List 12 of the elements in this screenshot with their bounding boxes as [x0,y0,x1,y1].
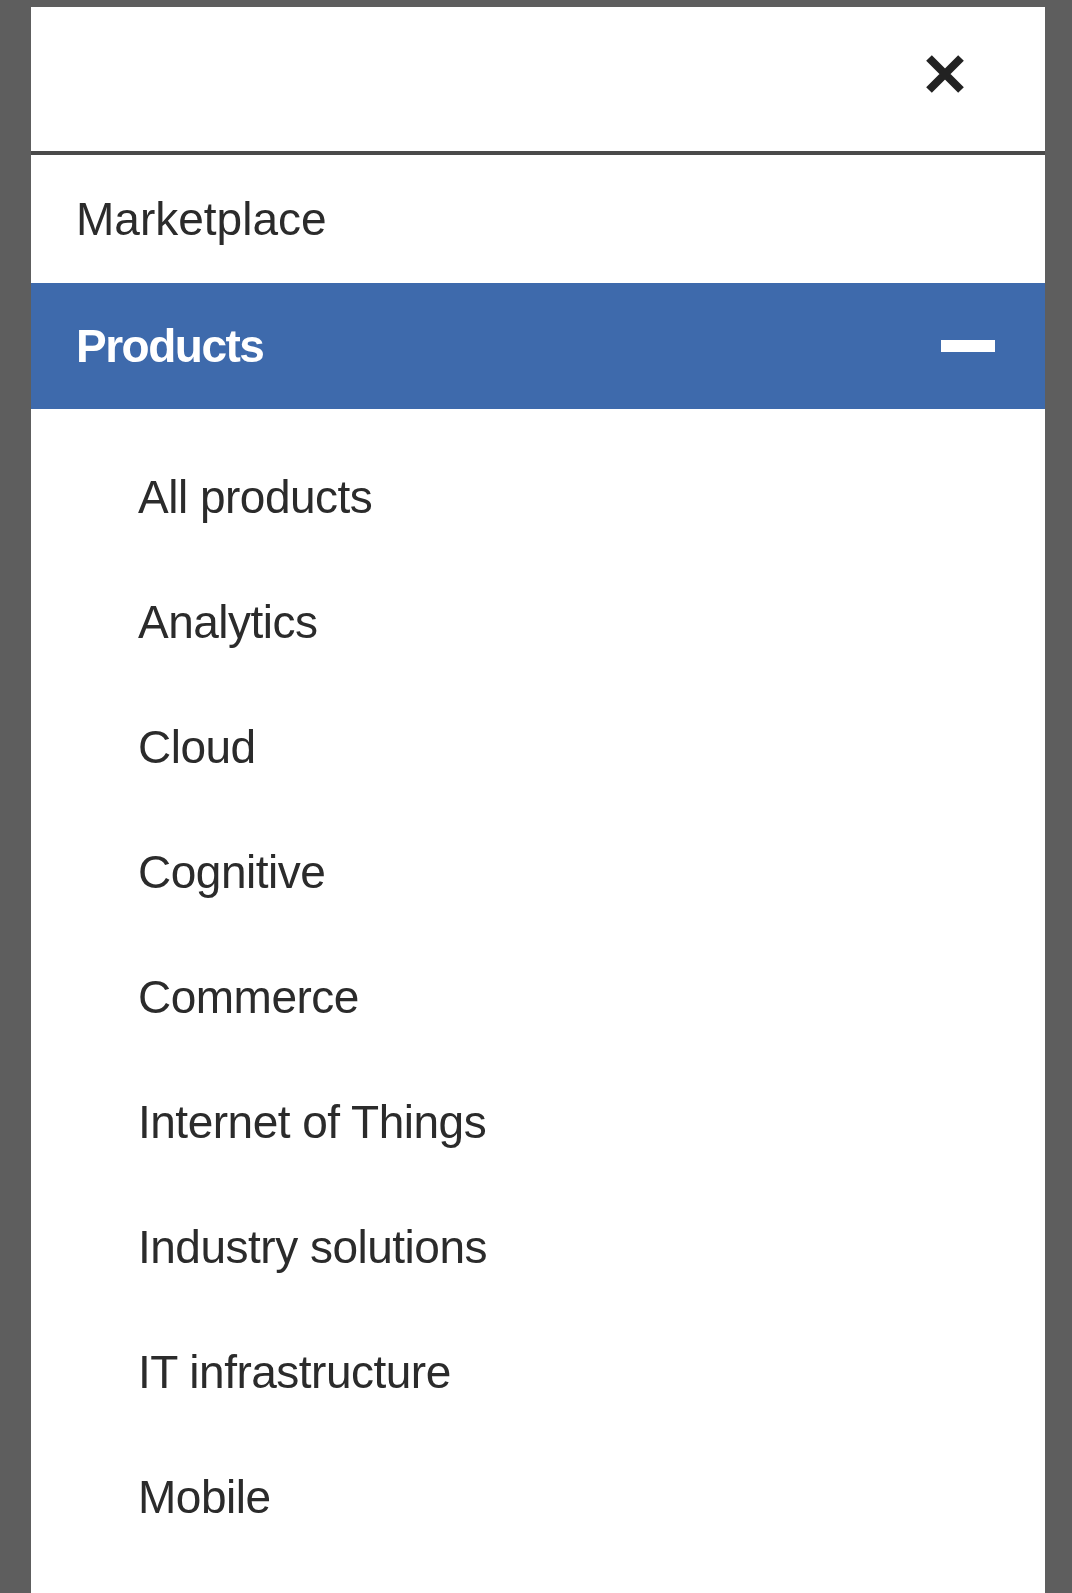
submenu-item[interactable]: Industry solutions [31,1184,1045,1309]
menu-item[interactable]: Marketplace [31,155,1045,283]
submenu-item[interactable]: Commerce [31,934,1045,1059]
submenu-item[interactable]: Mobile [31,1434,1045,1559]
menu-group-header[interactable]: Products [31,283,1045,409]
submenu-item[interactable]: Cloud [31,684,1045,809]
minus-icon [941,340,995,352]
submenu-item[interactable]: Cognitive [31,809,1045,934]
submenu-item[interactable]: All products [31,434,1045,559]
submenu-item[interactable]: IT infrastructure [31,1309,1045,1434]
submenu-item[interactable]: Analytics [31,559,1045,684]
submenu-item[interactable]: Internet of Things [31,1059,1045,1184]
